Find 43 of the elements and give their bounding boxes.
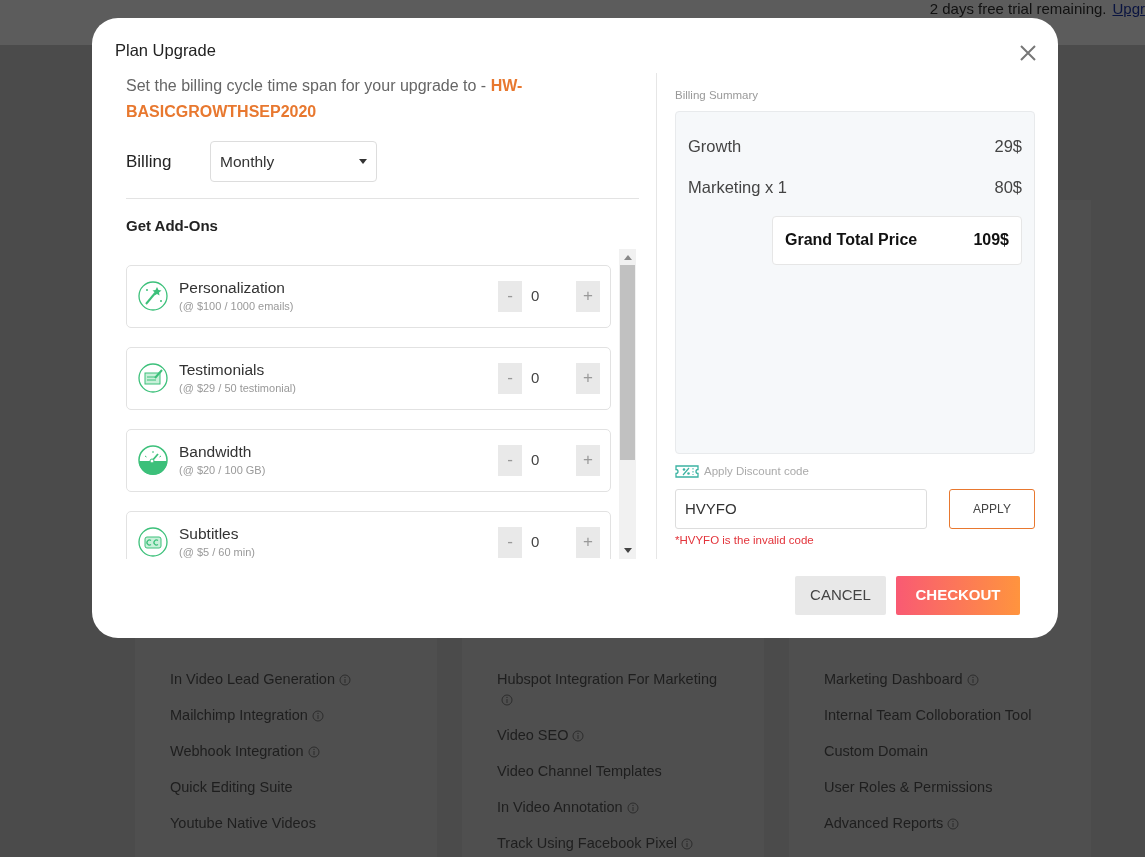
- increment-button[interactable]: +: [576, 444, 600, 476]
- scrollbar[interactable]: [619, 248, 636, 559]
- addon-price: (@ $5 / 60 min): [179, 544, 256, 559]
- modal-title: Plan Upgrade: [115, 40, 216, 61]
- billing-dropdown[interactable]: Monthly: [210, 141, 377, 182]
- line-item-label: Marketing x 1: [688, 177, 788, 198]
- checkout-button[interactable]: CHECKOUT: [896, 576, 1020, 615]
- addon-price: (@ $20 / 100 GB): [179, 462, 267, 478]
- addon-price: (@ $100 / 1000 emails): [179, 298, 295, 314]
- increment-button[interactable]: +: [576, 526, 600, 558]
- gauge-icon: [137, 444, 169, 476]
- addon-name: Subtitles: [179, 523, 240, 544]
- error-text: *HVYFO is the invalid code: [675, 532, 815, 548]
- decrement-button[interactable]: -: [498, 362, 522, 394]
- total-amount: 109$: [973, 230, 1009, 251]
- section-heading: Billing Summary: [675, 88, 760, 103]
- increment-button[interactable]: +: [576, 280, 600, 312]
- cc-icon: [137, 526, 169, 558]
- billing-label: Billing: [126, 150, 173, 173]
- addon-name: Testimonials: [179, 359, 266, 380]
- section-heading: Get Add-Ons: [126, 216, 219, 236]
- coupon-icon: [675, 465, 699, 479]
- decrement-button[interactable]: -: [498, 526, 522, 558]
- intro-text: Set the billing cycle time span for your upgrade to - HW-BASICGROWTHSEP2020: [126, 76, 524, 122]
- line-item-amount: 29$: [994, 136, 1022, 158]
- upgrade-link[interactable]: Upgr: [1112, 0, 1145, 17]
- line-item-amount: 80$: [994, 177, 1022, 198]
- total-label: Grand Total Price: [785, 230, 918, 251]
- decrement-button[interactable]: -: [498, 444, 522, 476]
- document-pen-icon: [137, 362, 169, 394]
- addon-name: Personalization: [179, 277, 286, 298]
- decrement-button[interactable]: -: [498, 280, 522, 312]
- caret-icon: [359, 159, 367, 164]
- discount-label: Apply Discount code: [704, 464, 809, 480]
- apply-button[interactable]: APPLY: [949, 488, 1035, 529]
- addon-name: Bandwidth: [179, 441, 253, 462]
- wand-icon: [137, 280, 169, 312]
- discount-input[interactable]: HVYFO: [675, 488, 927, 529]
- addon-price: (@ $29 / 50 testimonial): [179, 380, 297, 396]
- increment-button[interactable]: +: [576, 362, 600, 394]
- cancel-button[interactable]: CANCEL: [795, 576, 886, 615]
- line-item-label: Growth: [688, 136, 742, 158]
- trial-text: 2 days free trial remaining.: [929, 0, 1107, 17]
